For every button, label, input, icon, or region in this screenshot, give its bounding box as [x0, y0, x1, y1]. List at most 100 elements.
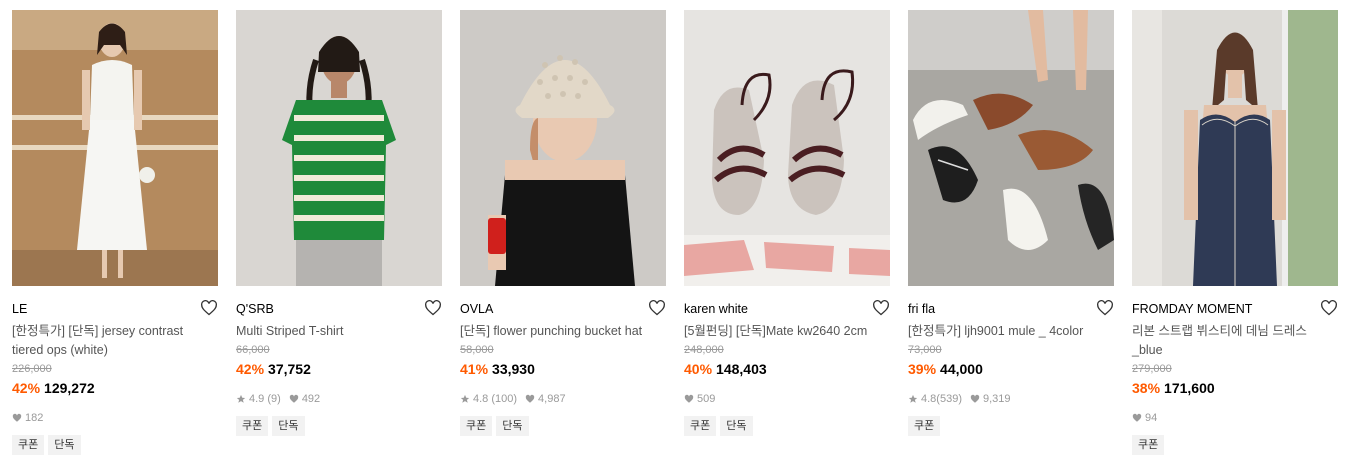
price-row: 38% 171,600 [1132, 380, 1338, 399]
product-title[interactable]: [5월펀딩] [단독]Mate kw2640 2cm [684, 322, 874, 341]
rating-value: 4.9 [249, 393, 265, 405]
sale-price: 37,752 [268, 361, 311, 377]
product-title[interactable]: [한정특가] ljh9001 mule _ 4color [908, 322, 1098, 341]
original-price: 73,000 [908, 344, 942, 356]
sale-price: 33,930 [492, 361, 535, 377]
product-image[interactable] [236, 10, 442, 286]
product-card[interactable]: OVLA [단독] flower punching bucket hat 58,… [460, 10, 666, 436]
product-grid: LE [한정특가] [단독] jersey contrast tiered op… [0, 0, 1352, 468]
product-photo-denim-dress [1132, 10, 1338, 286]
rating-stat: 4.8 (539) [908, 393, 962, 405]
wishlist-heart-icon[interactable] [424, 300, 442, 316]
brand-name[interactable]: karen white [684, 302, 748, 316]
likes-count: 94 [1145, 412, 1158, 424]
original-price: 248,000 [684, 344, 724, 356]
sale-price: 148,403 [716, 361, 767, 377]
product-image[interactable] [684, 10, 890, 286]
original-price: 66,000 [236, 344, 270, 356]
product-photo-sandals [684, 10, 890, 286]
heart-filled-icon [684, 394, 694, 403]
tag-coupon[interactable]: 쿠폰 [684, 416, 717, 436]
product-title[interactable]: Multi Striped T-shirt [236, 322, 426, 341]
likes-count: 9,319 [982, 393, 1011, 405]
product-image[interactable] [460, 10, 666, 286]
product-photo-dress-white [12, 10, 218, 286]
likes-stat: 94 [1132, 412, 1157, 424]
tag-coupon[interactable]: 쿠폰 [908, 416, 941, 436]
product-card[interactable]: karen white [5월펀딩] [단독]Mate kw2640 2cm 2… [684, 10, 890, 436]
heart-filled-icon [525, 394, 535, 403]
sale-price: 171,600 [1164, 380, 1215, 396]
discount-rate: 42% [236, 361, 265, 377]
heart-filled-icon [1132, 413, 1142, 422]
rating-value: 4.8 [473, 393, 489, 405]
product-card[interactable]: LE [한정특가] [단독] jersey contrast tiered op… [12, 10, 218, 455]
brand-name[interactable]: LE [12, 302, 27, 316]
tag-exclusive[interactable]: 단독 [496, 416, 529, 436]
product-stats: 94 [1132, 411, 1338, 425]
likes-count: 509 [697, 393, 716, 405]
discount-rate: 41% [460, 361, 489, 377]
rating-value: 4.8 [921, 393, 937, 405]
likes-stat: 9,319 [970, 393, 1011, 405]
product-stats: 509 [684, 392, 890, 406]
likes-stat: 509 [684, 393, 715, 405]
discount-rate: 40% [684, 361, 713, 377]
star-icon [908, 394, 918, 403]
brand-name[interactable]: FROMDAY MOMENT [1132, 302, 1252, 316]
product-title[interactable]: [단독] flower punching bucket hat [460, 322, 650, 341]
product-title[interactable]: 리본 스트랩 뷔스티에 데님 드레스 _blue [1132, 322, 1322, 360]
tag-list: 쿠폰 단독 [684, 416, 890, 436]
wishlist-heart-icon[interactable] [1320, 300, 1338, 316]
likes-stat: 492 [289, 393, 320, 405]
tag-coupon[interactable]: 쿠폰 [12, 435, 45, 455]
price-row: 40% 148,403 [684, 361, 890, 380]
product-photo-striped-tshirt [236, 10, 442, 286]
product-image[interactable] [908, 10, 1114, 286]
product-card[interactable]: fri fla [한정특가] ljh9001 mule _ 4color 73,… [908, 10, 1114, 436]
likes-count: 182 [25, 412, 44, 424]
tag-exclusive[interactable]: 단독 [48, 435, 81, 455]
tag-list: 쿠폰 단독 [460, 416, 666, 436]
wishlist-heart-icon[interactable] [1096, 300, 1114, 316]
product-card[interactable]: Q'SRB Multi Striped T-shirt 66,000 42% 37… [236, 10, 442, 436]
star-icon [236, 394, 246, 403]
discount-rate: 39% [908, 361, 937, 377]
product-card[interactable]: FROMDAY MOMENT 리본 스트랩 뷔스티에 데님 드레스 _blue … [1132, 10, 1338, 455]
discount-rate: 38% [1132, 380, 1161, 396]
product-image[interactable] [1132, 10, 1338, 286]
tag-coupon[interactable]: 쿠폰 [1132, 435, 1165, 455]
heart-filled-icon [12, 413, 22, 422]
brand-name[interactable]: Q'SRB [236, 302, 274, 316]
tag-list: 쿠폰 단독 [12, 435, 218, 455]
original-price: 58,000 [460, 344, 494, 356]
product-stats: 4.8 (539) 9,319 [908, 392, 1114, 406]
wishlist-heart-icon[interactable] [648, 300, 666, 316]
original-price: 279,000 [1132, 363, 1172, 375]
tag-list: 쿠폰 [1132, 435, 1338, 455]
tag-list: 쿠폰 [908, 416, 1114, 436]
likes-stat: 4,987 [525, 393, 566, 405]
likes-count: 4,987 [538, 393, 566, 405]
tag-exclusive[interactable]: 단독 [272, 416, 305, 436]
likes-stat: 182 [12, 412, 43, 424]
tag-coupon[interactable]: 쿠폰 [236, 416, 269, 436]
brand-name[interactable]: fri fla [908, 302, 935, 316]
sale-price: 129,272 [44, 380, 95, 396]
product-title[interactable]: [한정특가] [단독] jersey contrast tiered ops (… [12, 322, 202, 360]
likes-count: 492 [301, 393, 321, 405]
wishlist-heart-icon[interactable] [200, 300, 218, 316]
product-stats: 4.8 (100) 4,987 [460, 392, 666, 406]
tag-exclusive[interactable]: 단독 [720, 416, 753, 436]
wishlist-heart-icon[interactable] [872, 300, 890, 316]
rating-stat: 4.9 (9) [236, 393, 281, 405]
review-count: (539) [936, 393, 962, 405]
product-stats: 4.9 (9) 492 [236, 392, 442, 406]
review-count: (9) [267, 393, 281, 405]
brand-name[interactable]: OVLA [460, 302, 493, 316]
tag-list: 쿠폰 단독 [236, 416, 442, 436]
tag-coupon[interactable]: 쿠폰 [460, 416, 493, 436]
product-image[interactable] [12, 10, 218, 286]
product-stats: 182 [12, 411, 218, 425]
original-price: 226,000 [12, 363, 52, 375]
